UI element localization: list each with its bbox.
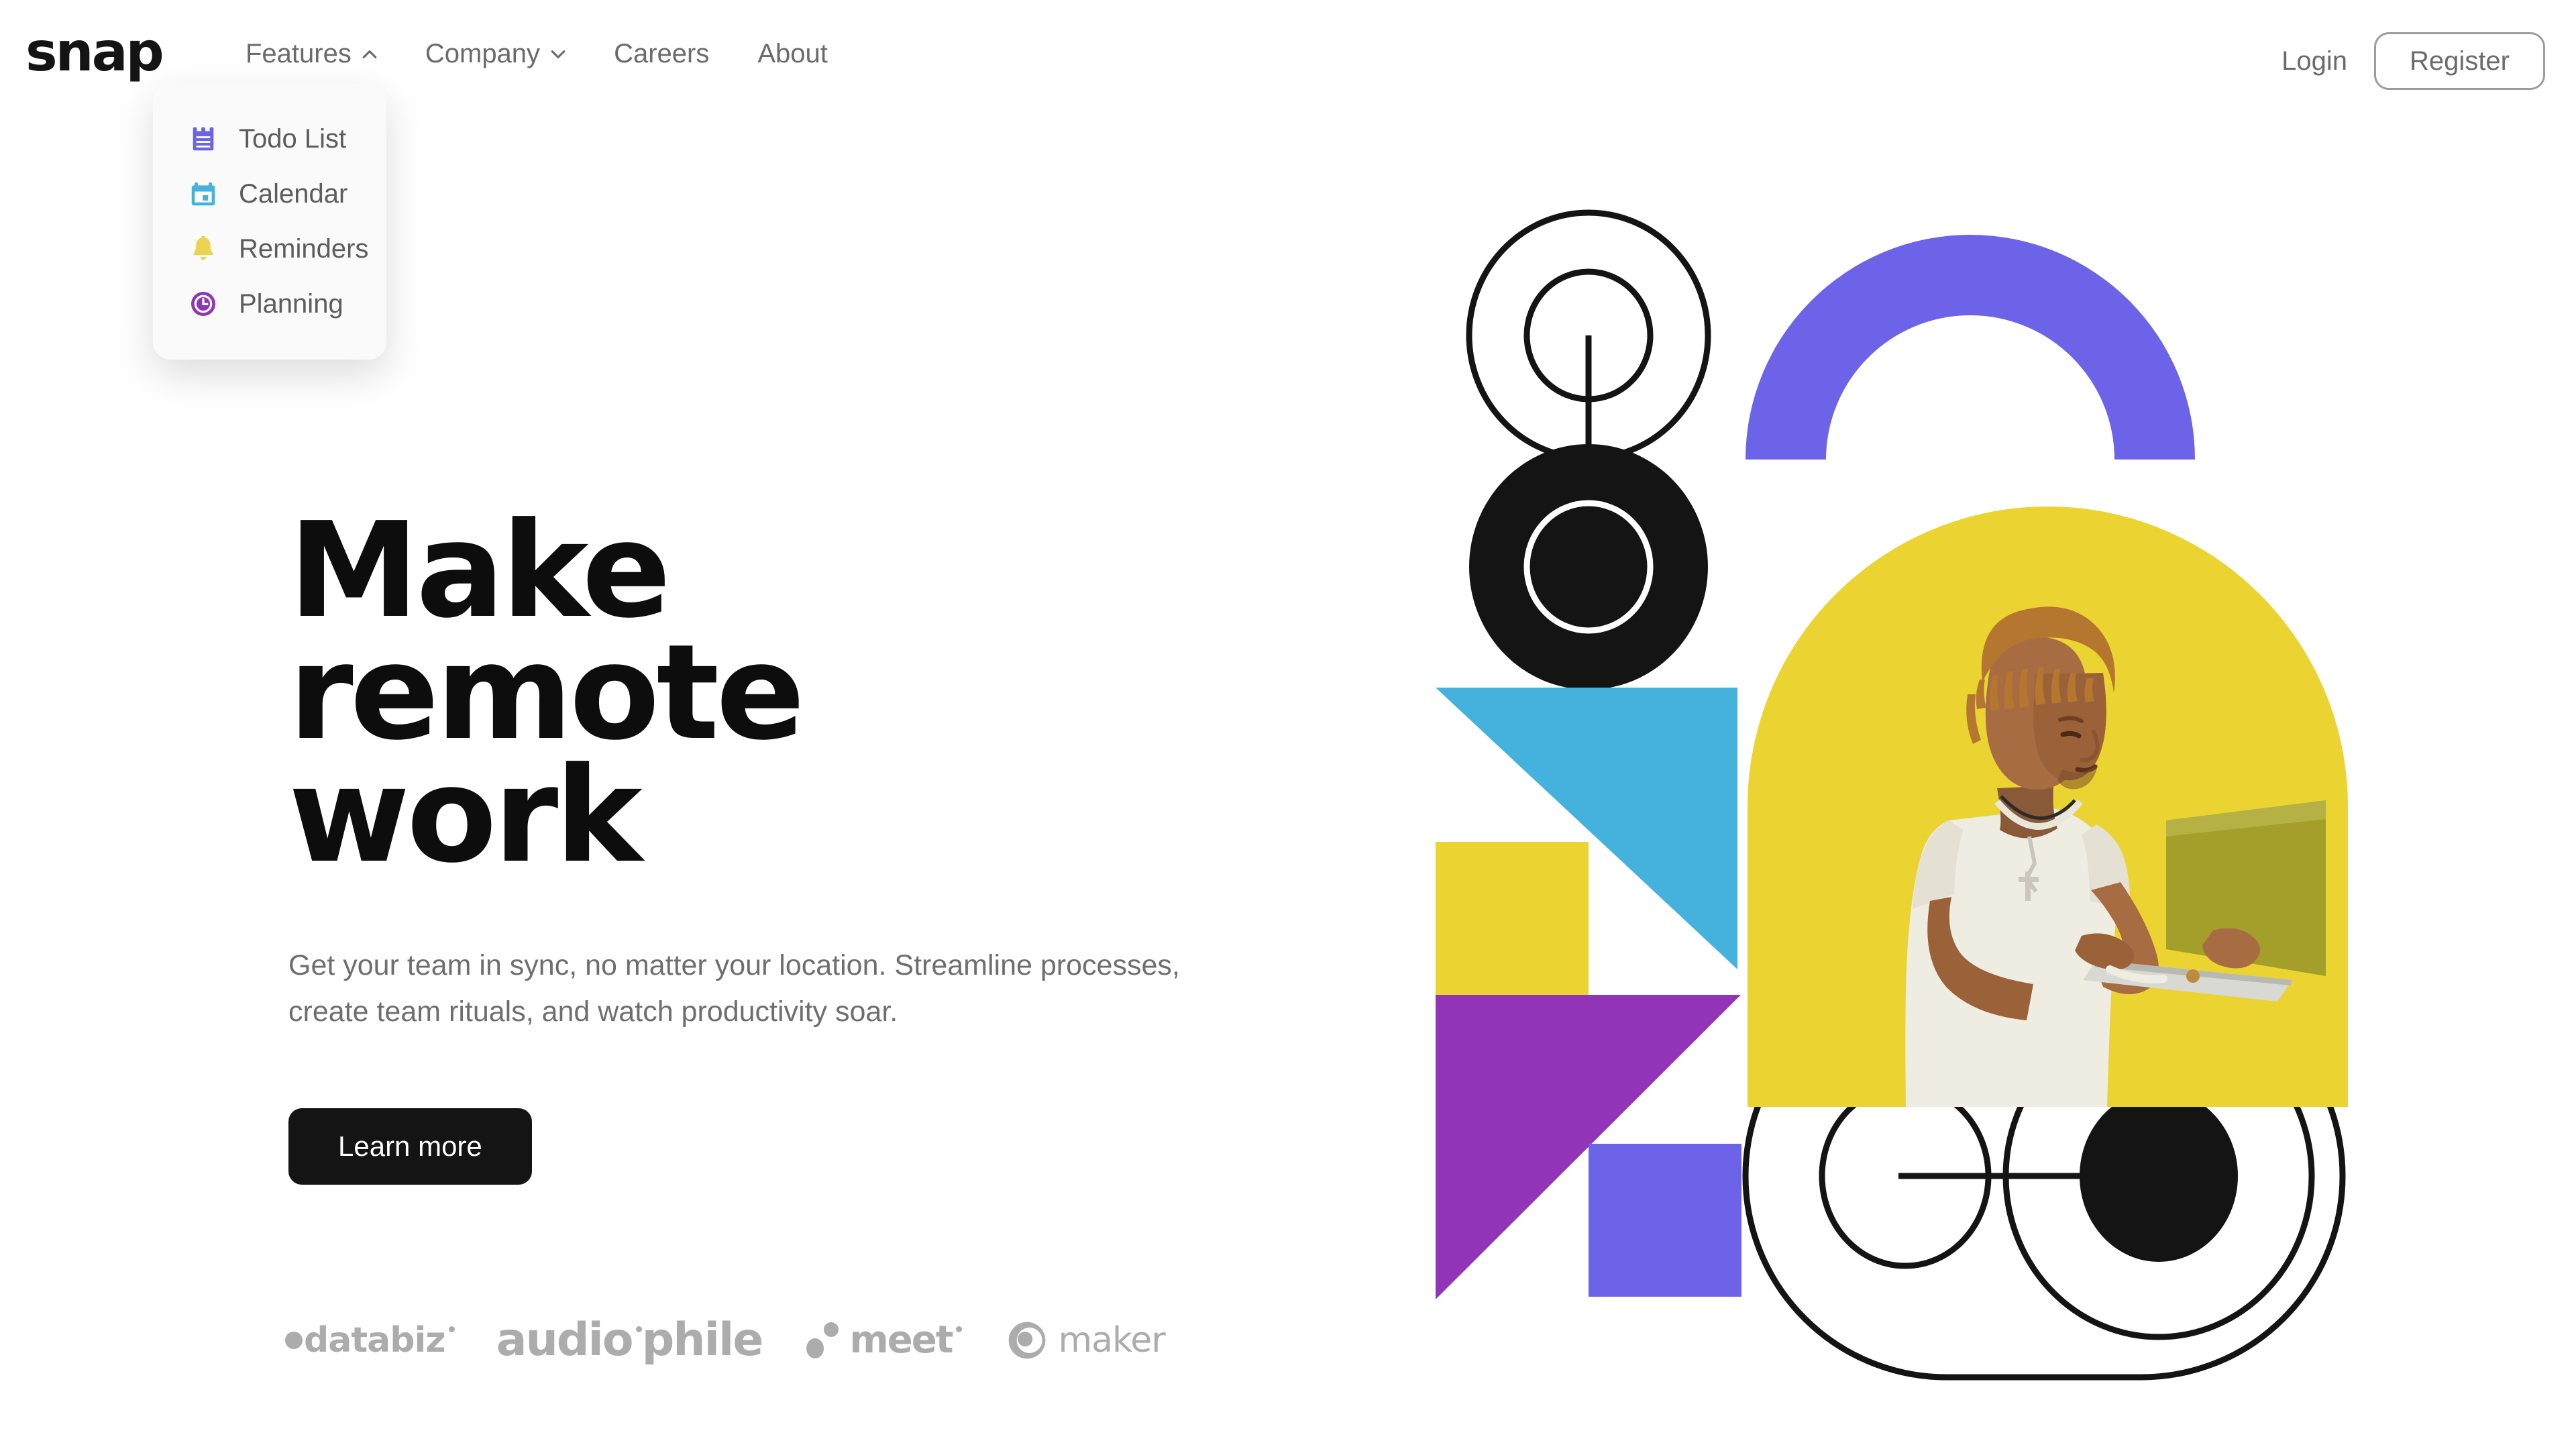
learn-more-button[interactable]: Learn more	[288, 1108, 532, 1185]
client-logo-databiz: databiz	[285, 1320, 455, 1360]
nav-item-company[interactable]: Company	[401, 39, 590, 69]
dropdown-item-reminders[interactable]: Reminders	[153, 221, 386, 276]
client-logo-meet: meet	[806, 1318, 962, 1362]
dropdown-item-reminders-label: Reminders	[239, 233, 369, 264]
chevron-up-icon	[362, 47, 377, 62]
meet-dots-icon	[806, 1322, 847, 1358]
indigo-arch	[1746, 235, 2195, 460]
client-logo-maker: maker	[1006, 1320, 1166, 1361]
meet-tick-icon	[955, 1326, 962, 1332]
databiz-dot-icon	[285, 1331, 303, 1349]
client-logo-maker-text: maker	[1058, 1320, 1166, 1360]
maker-mark-icon	[1006, 1320, 1048, 1361]
register-button[interactable]: Register	[2374, 32, 2545, 90]
nav-item-company-label: Company	[425, 39, 541, 68]
clock-icon	[188, 288, 219, 319]
audiophile-dot-icon	[635, 1326, 642, 1332]
nav-item-about[interactable]: About	[733, 39, 852, 69]
dropdown-item-planning-label: Planning	[239, 288, 343, 319]
client-logo-row: databiz audio phile meet maker	[285, 1313, 1166, 1366]
indigo-square	[1589, 1144, 1741, 1297]
dropdown-item-todo-list-label: Todo List	[239, 123, 347, 154]
calendar-icon	[188, 178, 219, 209]
dropdown-item-todo-list[interactable]: Todo List	[153, 111, 386, 166]
hero-subcopy: Get your team in sync, no matter your lo…	[288, 949, 1180, 1028]
client-logo-audiophile-line1: audio	[496, 1313, 634, 1366]
auth-actions: Login Register	[2255, 32, 2545, 90]
databiz-tick-icon	[448, 1326, 455, 1332]
person-with-laptop-photo	[1905, 606, 2326, 1107]
hero-headline: Make remote work	[288, 494, 805, 892]
brand-logo[interactable]: snap	[25, 25, 164, 79]
client-logo-audiophile: audio phile	[496, 1313, 764, 1366]
primary-nav-links: Features Company Careers About	[221, 39, 852, 69]
hero-photo-circle	[1748, 506, 2348, 1107]
dropdown-item-calendar[interactable]: Calendar	[153, 166, 386, 221]
nav-item-careers[interactable]: Careers	[590, 39, 733, 69]
todo-list-icon	[188, 123, 219, 154]
dropdown-item-calendar-label: Calendar	[239, 178, 348, 209]
nav-item-careers-label: Careers	[614, 39, 710, 68]
client-logo-databiz-text: databiz	[304, 1320, 446, 1360]
pill-filled-circle	[2080, 1090, 2238, 1262]
top-navigation-bar: snap Features Company Careers About Logi…	[0, 0, 2576, 114]
client-logo-audiophile-line2: phile	[641, 1313, 764, 1366]
nav-item-about-label: About	[757, 39, 828, 68]
client-logo-meet-text: meet	[849, 1318, 953, 1362]
features-dropdown-menu: Todo List Calendar Reminders Planning	[153, 83, 386, 360]
hero-content: Make remote work Get your team in sync, …	[288, 494, 1295, 1185]
yellow-square	[1436, 842, 1589, 995]
dropdown-item-planning[interactable]: Planning	[153, 276, 386, 331]
login-link[interactable]: Login	[2255, 46, 2374, 76]
filled-black-circle	[1469, 444, 1708, 690]
bell-icon	[188, 233, 219, 264]
nav-item-features-label: Features	[246, 39, 352, 68]
nav-item-features[interactable]: Features	[221, 39, 401, 69]
chevron-down-icon	[551, 47, 566, 62]
